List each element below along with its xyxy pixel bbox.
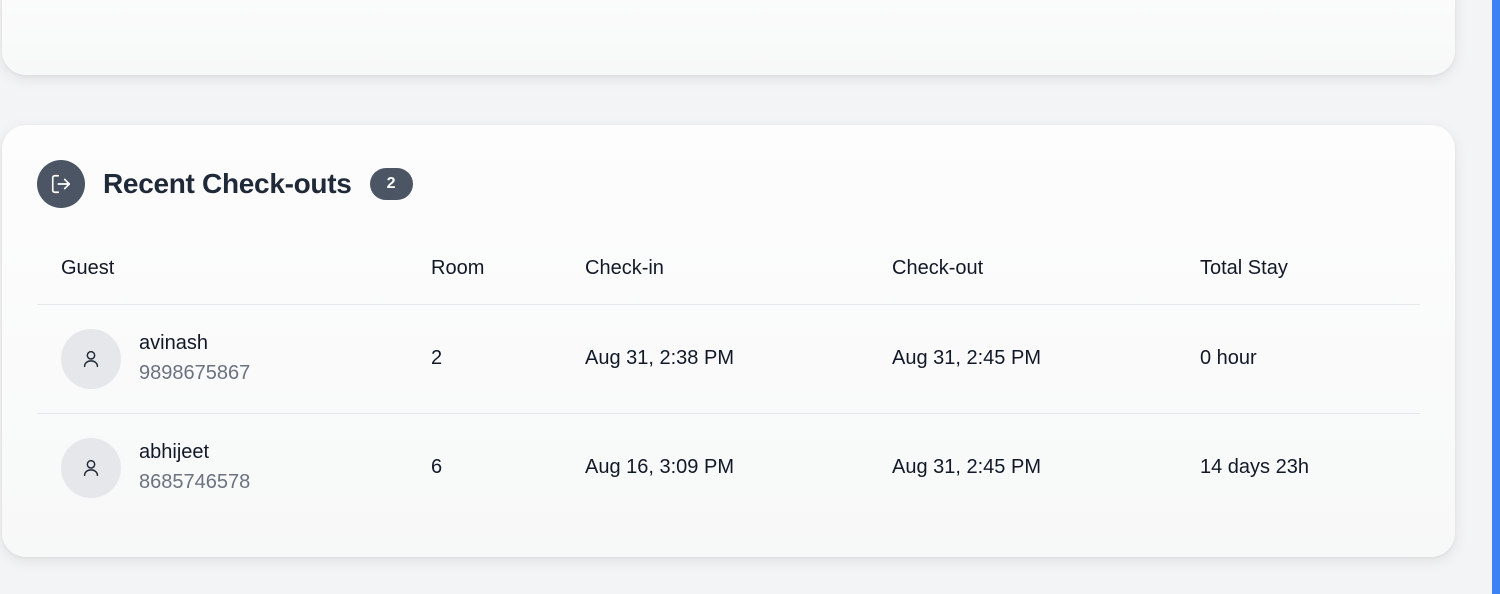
guest-name: abhijeet bbox=[139, 441, 210, 463]
checkouts-table: Guest Room Check-in Check-out Total Stay… bbox=[37, 235, 1420, 523]
guest-name: avinash bbox=[139, 332, 208, 354]
table-header-row: Guest Room Check-in Check-out Total Stay bbox=[37, 235, 1420, 305]
header-checkin: Check-in bbox=[585, 257, 664, 279]
header-room: Room bbox=[431, 257, 485, 279]
total-stay: 0 hour bbox=[1200, 347, 1257, 369]
logout-icon bbox=[37, 160, 85, 208]
guest-phone: 8685746578 bbox=[139, 471, 251, 493]
checkout-time: Aug 31, 2:45 PM bbox=[892, 456, 1041, 478]
recent-checkouts-card: Recent Check-outs 2 Guest Room Check-in … bbox=[2, 125, 1455, 557]
header-total-stay: Total Stay bbox=[1200, 257, 1288, 279]
user-icon bbox=[83, 459, 99, 477]
avatar bbox=[61, 438, 121, 498]
section-header: Recent Check-outs 2 bbox=[37, 160, 413, 208]
table-row[interactable]: avinash 9898675867 2 Aug 31, 2:38 PM Aug… bbox=[37, 305, 1420, 414]
header-checkout: Check-out bbox=[892, 257, 984, 279]
count-badge: 2 bbox=[369, 168, 413, 200]
guest-phone: 9898675867 bbox=[139, 362, 251, 384]
table-row[interactable]: abhijeet 8685746578 6 Aug 16, 3:09 PM Au… bbox=[37, 414, 1420, 523]
room-number: 6 bbox=[431, 456, 443, 478]
user-icon bbox=[83, 350, 99, 368]
room-number: 2 bbox=[431, 347, 443, 369]
avatar bbox=[61, 329, 121, 389]
checkin-time: Aug 16, 3:09 PM bbox=[585, 456, 734, 478]
total-stay: 14 days 23h bbox=[1200, 456, 1309, 478]
scrollbar-accent[interactable] bbox=[1492, 0, 1500, 594]
section-title: Recent Check-outs bbox=[103, 168, 352, 199]
checkout-time: Aug 31, 2:45 PM bbox=[892, 347, 1041, 369]
header-guest: Guest bbox=[61, 257, 115, 279]
previous-section-card bbox=[2, 0, 1455, 75]
checkin-time: Aug 31, 2:38 PM bbox=[585, 347, 734, 369]
